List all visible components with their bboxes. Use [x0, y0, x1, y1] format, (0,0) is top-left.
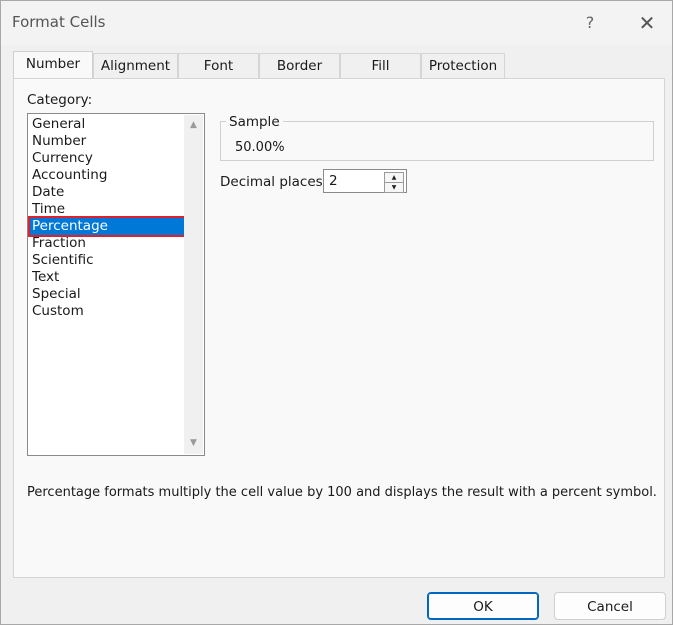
- sample-value: 50.00%: [235, 140, 285, 155]
- decimal-places-stepper[interactable]: 2 ▲ ▼: [323, 169, 407, 193]
- scroll-up-icon[interactable]: ▲: [184, 117, 203, 134]
- number-tab-panel: Category: General Number Currency Accoun…: [13, 78, 665, 578]
- category-listbox[interactable]: General Number Currency Accounting Date …: [27, 113, 205, 456]
- list-item[interactable]: Custom: [30, 303, 186, 320]
- category-scrollbar[interactable]: ▲ ▼: [184, 115, 203, 454]
- list-item[interactable]: Time: [30, 201, 186, 218]
- list-item[interactable]: General: [30, 116, 186, 133]
- tab-number[interactable]: Number: [13, 51, 93, 78]
- list-item[interactable]: Text: [30, 269, 186, 286]
- list-item[interactable]: Date: [30, 184, 186, 201]
- tab-protection[interactable]: Protection: [421, 53, 505, 78]
- scroll-down-icon[interactable]: ▼: [184, 435, 203, 452]
- help-icon[interactable]: ?: [578, 9, 602, 37]
- decimal-places-value[interactable]: 2: [329, 173, 338, 189]
- list-item-selected[interactable]: Percentage: [28, 216, 188, 237]
- format-cells-dialog: Format Cells ? ✕ Number Alignment Font B…: [0, 0, 673, 625]
- category-label: Category:: [27, 92, 93, 108]
- spin-down-icon[interactable]: ▼: [384, 182, 404, 193]
- tab-border[interactable]: Border: [259, 53, 340, 78]
- sample-group: [220, 121, 654, 161]
- tab-fill[interactable]: Fill: [340, 53, 421, 78]
- tab-font[interactable]: Font: [178, 53, 259, 78]
- sample-legend: Sample: [226, 114, 283, 130]
- list-item[interactable]: Number: [30, 133, 186, 150]
- cancel-button[interactable]: Cancel: [554, 592, 666, 620]
- close-icon[interactable]: ✕: [633, 9, 661, 37]
- dialog-title: Format Cells: [12, 13, 106, 31]
- list-item[interactable]: Scientific: [30, 252, 186, 269]
- list-item[interactable]: Special: [30, 286, 186, 303]
- list-item[interactable]: Currency: [30, 150, 186, 167]
- list-item[interactable]: Accounting: [30, 167, 186, 184]
- format-description: Percentage formats multiply the cell val…: [27, 485, 657, 500]
- decimal-places-label: Decimal places:: [220, 174, 328, 190]
- ok-button[interactable]: OK: [427, 592, 539, 620]
- tab-alignment[interactable]: Alignment: [93, 53, 178, 78]
- list-item[interactable]: Fraction: [30, 235, 186, 252]
- title-bar[interactable]: Format Cells ? ✕: [1, 1, 672, 45]
